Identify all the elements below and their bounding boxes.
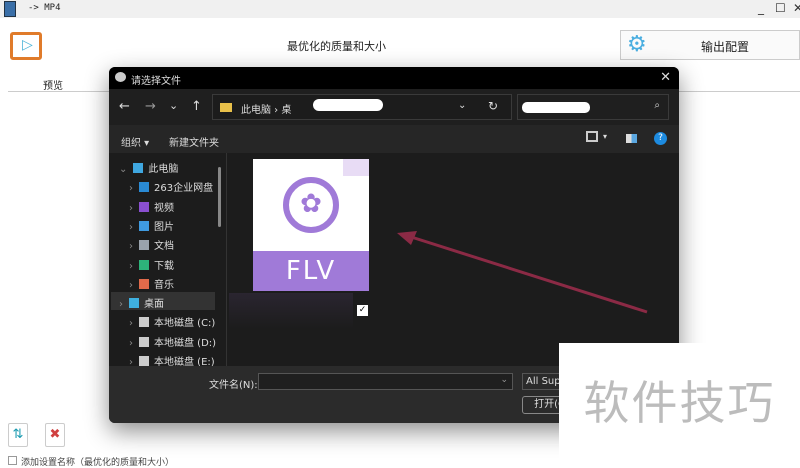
- app-icon: [4, 1, 16, 17]
- sidebar-item-label: 图片: [154, 221, 174, 233]
- command-bar: 组织 ▾ 新建文件夹 ▾ ?: [109, 125, 679, 153]
- sidebar-item-label: 文档: [154, 241, 174, 253]
- filename-input[interactable]: ⌄: [258, 373, 513, 390]
- drive-icon: [139, 317, 149, 328]
- output-settings-label: 输出配置: [701, 40, 750, 54]
- sidebar-item-label: 本地磁盘 (D:): [154, 337, 217, 349]
- recent-locations-button[interactable]: ⌄: [169, 99, 178, 112]
- search-icon: ⌕: [654, 100, 660, 111]
- chevron-down-icon[interactable]: ⌄: [500, 375, 508, 385]
- tab-preview[interactable]: 预览: [8, 74, 98, 92]
- download-icon: [139, 259, 149, 270]
- address-bar[interactable]: 此电脑 › 桌 ⌄ ↻: [212, 94, 512, 120]
- dialog-close-button[interactable]: ✕: [660, 70, 671, 85]
- sidebar-item[interactable]: › 文档: [129, 234, 229, 252]
- navigation-bar: ← → ⌄ ↑ 此电脑 › 桌 ⌄ ↻ ⌕: [109, 89, 679, 125]
- sidebar-item-label: 此电脑: [148, 164, 179, 175]
- up-button[interactable]: ↑: [191, 99, 202, 114]
- chevron-right-icon[interactable]: ›: [129, 280, 133, 291]
- sidebar-item-label: 263企业网盘: [154, 183, 214, 195]
- gear-icon: ⚙: [627, 32, 647, 57]
- chevron-right-icon[interactable]: ›: [129, 222, 133, 233]
- pc-icon: [133, 163, 144, 173]
- view-icon[interactable]: [586, 131, 598, 142]
- window-title: -> MP4: [28, 3, 61, 13]
- sidebar-item[interactable]: › 图片: [129, 215, 229, 233]
- output-settings-button[interactable]: ⚙ 输出配置: [620, 30, 800, 60]
- sidebar-item-label: 本地磁盘 (C:): [154, 318, 216, 330]
- add-setting-label: 添加设置名称（最优化的质量和大小）: [21, 458, 175, 468]
- dialog-title: 请选择文件: [131, 76, 181, 87]
- chevron-right-icon[interactable]: ›: [129, 241, 133, 252]
- preview-pane-icon[interactable]: [626, 134, 637, 143]
- help-icon[interactable]: ?: [654, 132, 667, 145]
- navigation-pane: ⌄ 此电脑 › 263企业网盘 › 视频 › 图片 › 文档 › 下载 › 音乐 › 桌面 › 本地磁盘 (C:)…: [109, 153, 229, 368]
- remove-icon[interactable]: ✖: [45, 423, 65, 447]
- minimize-button[interactable]: _: [758, 1, 764, 15]
- search-input[interactable]: ⌕: [517, 94, 669, 120]
- add-setting-checkbox[interactable]: 添加设置名称（最优化的质量和大小）: [8, 455, 174, 468]
- redaction: [313, 99, 383, 111]
- sort-icon[interactable]: ⇅: [8, 423, 28, 447]
- title-bar: -> MP4 _ ☐ ✕: [0, 0, 800, 18]
- new-folder-button[interactable]: 新建文件夹: [169, 134, 219, 149]
- chevron-right-icon[interactable]: ›: [129, 183, 133, 194]
- chevron-down-icon[interactable]: ⌄: [119, 164, 127, 175]
- filename-label: 文件名(N):: [209, 380, 258, 391]
- music-icon: [139, 278, 149, 289]
- file-list: ✿ FLV ✓: [227, 153, 679, 366]
- dialog-title-bar: 请选择文件 ✕: [109, 67, 679, 89]
- address-dropdown-icon[interactable]: ⌄: [458, 100, 466, 111]
- breadcrumb-desktop[interactable]: 桌: [281, 105, 291, 116]
- watermark: 软件技巧: [559, 343, 800, 463]
- sidebar-item[interactable]: › 音乐: [129, 273, 229, 291]
- breadcrumb: 此电脑 › 桌: [241, 105, 292, 116]
- dialog-app-icon: [115, 72, 126, 82]
- annotation-arrow: [397, 231, 648, 314]
- redaction: [522, 102, 590, 113]
- sidebar-item[interactable]: › 下载: [129, 254, 229, 272]
- sidebar-scrollbar[interactable]: [218, 167, 221, 227]
- sidebar-item[interactable]: › 视频: [129, 196, 229, 214]
- document-icon: [139, 240, 149, 251]
- video-icon: [139, 201, 149, 212]
- drive-icon: [139, 336, 149, 347]
- sidebar-item[interactable]: ⌄ 此电脑: [119, 157, 219, 175]
- cloud-drive-icon: [139, 182, 149, 193]
- sidebar-item[interactable]: › 桌面: [111, 292, 215, 311]
- film-icon: [10, 32, 42, 60]
- sidebar-item-label: 桌面: [144, 299, 164, 311]
- breadcrumb-this-pc[interactable]: 此电脑: [241, 105, 271, 116]
- back-button[interactable]: ←: [119, 99, 130, 114]
- chevron-right-icon[interactable]: ›: [129, 203, 133, 214]
- picture-icon: [139, 220, 149, 231]
- sidebar-item[interactable]: › 263企业网盘: [129, 176, 229, 194]
- close-button[interactable]: ✕: [793, 1, 800, 15]
- sidebar-item[interactable]: › 本地磁盘 (D:): [129, 331, 229, 349]
- chevron-right-icon[interactable]: ›: [129, 318, 133, 329]
- preset-label: 最优化的质量和大小: [287, 40, 386, 53]
- sidebar-item-label: 音乐: [154, 279, 174, 291]
- sidebar-item-label: 视频: [154, 202, 174, 214]
- chevron-right-icon[interactable]: ›: [119, 299, 123, 310]
- chevron-right-icon[interactable]: ›: [129, 261, 133, 272]
- organize-menu[interactable]: 组织 ▾: [121, 134, 149, 149]
- sidebar-item-label: 下载: [154, 260, 174, 272]
- refresh-icon[interactable]: ↻: [488, 99, 498, 113]
- view-dropdown-icon[interactable]: ▾: [603, 132, 607, 141]
- sidebar-item[interactable]: › 本地磁盘 (C:): [129, 311, 229, 329]
- chevron-right-icon[interactable]: ›: [129, 338, 133, 349]
- drive-icon: [139, 356, 149, 366]
- folder-icon: [220, 103, 232, 112]
- maximize-button[interactable]: ☐: [775, 1, 786, 15]
- forward-button[interactable]: →: [145, 99, 156, 114]
- desktop-icon: [129, 298, 139, 309]
